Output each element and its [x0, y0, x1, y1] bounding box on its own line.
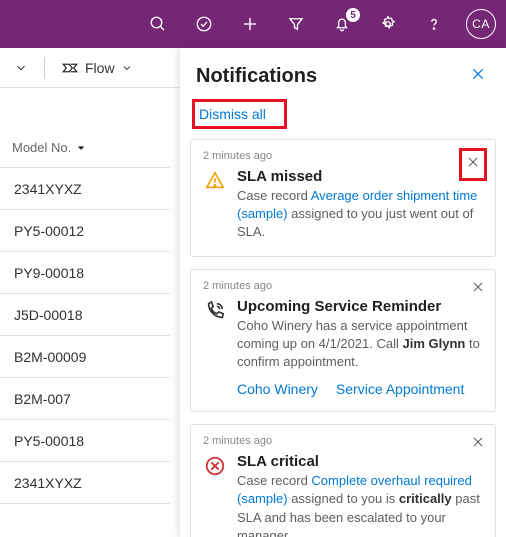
chevron-down-icon [121, 62, 133, 74]
flow-label: Flow [85, 60, 115, 76]
action-link-account[interactable]: Coho Winery [237, 381, 318, 397]
settings-icon[interactable] [374, 10, 402, 38]
card-text: Case record Average order shipment time … [237, 187, 483, 242]
card-title: Upcoming Service Reminder [237, 298, 483, 315]
notification-card: 2 minutes ago SLA critical Case record C… [190, 424, 496, 537]
chevron-down-icon [75, 142, 87, 154]
grid-header-row: Model No. [0, 128, 170, 168]
card-text: Coho Winery has a service appointment co… [237, 317, 483, 372]
critical-icon [203, 453, 227, 537]
top-app-bar: 5 CA [0, 0, 506, 48]
table-row[interactable]: B2M-00009 [0, 336, 170, 378]
notifications-icon[interactable]: 5 [328, 10, 356, 38]
filter-icon[interactable] [282, 10, 310, 38]
help-icon[interactable] [420, 10, 448, 38]
panel-close-button[interactable] [466, 62, 490, 91]
command-overflow[interactable] [8, 57, 34, 79]
task-icon[interactable] [190, 10, 218, 38]
table-row[interactable]: PY5-00012 [0, 210, 170, 252]
search-icon[interactable] [144, 10, 172, 38]
data-grid: Model No. 2341XYXZPY5-00012PY9-00018J5D-… [0, 88, 170, 504]
add-icon[interactable] [236, 10, 264, 38]
table-row[interactable]: J5D-00018 [0, 294, 170, 336]
card-timestamp: 2 minutes ago [203, 280, 483, 292]
card-close-button[interactable] [469, 278, 487, 301]
table-row[interactable]: 2341XYXZ [0, 462, 170, 504]
table-row[interactable]: B2M-007 [0, 378, 170, 420]
notification-card: 2 minutes ago SLA missed Case record Ave… [190, 139, 496, 257]
user-avatar[interactable]: CA [466, 9, 496, 39]
table-row[interactable]: PY5-00018 [0, 420, 170, 462]
column-header-label: Model No. [12, 140, 71, 155]
card-text: Case record Complete overhaul required (… [237, 472, 483, 537]
flow-menu[interactable]: Flow [55, 55, 139, 81]
warning-icon [203, 168, 227, 242]
panel-title: Notifications [196, 65, 317, 88]
person-name: Jim Glynn [403, 336, 466, 351]
card-timestamp: 2 minutes ago [203, 150, 483, 162]
card-close-button[interactable] [459, 148, 487, 181]
phone-icon [203, 298, 227, 372]
table-row[interactable]: 2341XYXZ [0, 168, 170, 210]
divider [44, 57, 45, 79]
card-title: SLA critical [237, 453, 483, 470]
notification-badge: 5 [346, 8, 360, 22]
dismiss-all-link[interactable]: Dismiss all [192, 99, 287, 129]
card-close-button[interactable] [469, 433, 487, 456]
notification-card: 2 minutes ago Upcoming Service Reminder … [190, 269, 496, 413]
action-link-appointment[interactable]: Service Appointment [336, 381, 464, 397]
card-title: SLA missed [237, 168, 483, 185]
card-timestamp: 2 minutes ago [203, 435, 483, 447]
table-row[interactable]: PY9-00018 [0, 252, 170, 294]
column-header-model-no[interactable]: Model No. [12, 140, 153, 155]
notifications-panel: Notifications Dismiss all 2 minutes ago … [180, 48, 506, 537]
